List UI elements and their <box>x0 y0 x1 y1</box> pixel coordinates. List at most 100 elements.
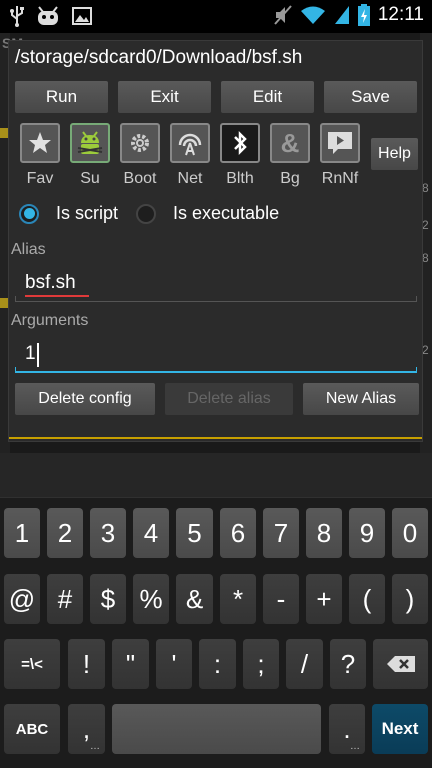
arguments-input[interactable]: 1 <box>15 337 417 373</box>
bluetooth-icon <box>220 123 260 163</box>
blth-label: Blth <box>226 170 254 187</box>
space-key[interactable] <box>112 704 321 754</box>
boot-toggle[interactable]: Boot <box>115 123 165 188</box>
key-more-symbols[interactable]: =\< <box>4 639 60 689</box>
key-plus[interactable]: + <box>306 574 342 624</box>
alias-actions: Delete config Delete alias New Alias <box>15 383 419 415</box>
wifi-icon <box>300 5 326 25</box>
edit-button[interactable]: Edit <box>221 81 314 113</box>
key-minus[interactable]: - <box>263 574 299 624</box>
su-toggle[interactable]: Su <box>65 123 115 188</box>
delete-config-button[interactable]: Delete config <box>15 383 155 415</box>
rnnf-toggle[interactable]: RnNf <box>315 123 365 188</box>
blth-toggle[interactable]: Blth <box>215 123 265 188</box>
key-1[interactable]: 1 <box>4 508 40 558</box>
key-open-paren[interactable]: ( <box>349 574 385 624</box>
bg-toggle[interactable]: & Bg <box>265 123 315 188</box>
more-keys-indicator: … <box>90 741 100 752</box>
key-5[interactable]: 5 <box>176 508 213 558</box>
field-corner <box>416 367 417 373</box>
soft-keyboard: 1 2 3 4 5 6 7 8 9 0 @ # $ % & * - + ( ) … <box>0 453 432 768</box>
type-radio-group: Is script Is executable <box>19 203 279 224</box>
field-corner <box>15 367 16 373</box>
is-script-radio[interactable] <box>19 203 39 224</box>
key-8[interactable]: 8 <box>306 508 342 558</box>
status-bar: 12:11 <box>0 0 432 33</box>
background-text: 8 <box>422 181 429 195</box>
background-text: 2 <box>422 343 429 357</box>
comma-label: , <box>82 713 91 744</box>
key-0[interactable]: 0 <box>392 508 428 558</box>
fav-label: Fav <box>26 170 54 187</box>
next-key[interactable]: Next <box>372 704 428 754</box>
key-question[interactable]: ? <box>330 639 366 689</box>
backspace-key[interactable] <box>373 639 428 689</box>
new-alias-button[interactable]: New Alias <box>303 383 419 415</box>
background-text: 2 <box>422 218 429 232</box>
alias-input[interactable]: bsf.sh <box>15 266 417 302</box>
period-key[interactable]: . … <box>329 704 365 754</box>
is-script-label: Is script <box>56 203 119 223</box>
comma-key[interactable]: , … <box>68 704 105 754</box>
abc-key[interactable]: ABC <box>4 704 60 754</box>
dialog-title: /storage/sdcard0/Download/bsf.sh <box>15 47 303 68</box>
key-9[interactable]: 9 <box>349 508 385 558</box>
arguments-label: Arguments <box>11 312 89 329</box>
key-percent[interactable]: % <box>133 574 169 624</box>
key-close-paren[interactable]: ) <box>392 574 428 624</box>
background-text: 8 <box>422 251 429 265</box>
key-at[interactable]: @ <box>4 574 40 624</box>
ampersand-icon: & <box>270 123 310 163</box>
key-asterisk[interactable]: * <box>220 574 256 624</box>
key-double-quote[interactable]: " <box>112 639 149 689</box>
android-debug-icon <box>36 6 60 26</box>
key-exclamation[interactable]: ! <box>68 639 105 689</box>
key-single-quote[interactable]: ' <box>156 639 192 689</box>
mute-icon <box>274 5 292 25</box>
action-buttons: Run Exit Edit Save <box>15 81 417 113</box>
network-icon <box>170 123 210 163</box>
delete-alias-button[interactable]: Delete alias <box>165 383 293 415</box>
fav-toggle[interactable]: Fav <box>15 123 65 188</box>
key-ampersand[interactable]: & <box>176 574 213 624</box>
dialog-bottom-divider <box>9 437 422 439</box>
backspace-icon <box>386 649 416 680</box>
key-colon[interactable]: : <box>199 639 236 689</box>
clock: 12:11 <box>377 4 424 25</box>
run-button[interactable]: Run <box>15 81 108 113</box>
save-button[interactable]: Save <box>324 81 417 113</box>
android-root-icon <box>70 123 110 163</box>
gear-icon <box>120 123 160 163</box>
key-hash[interactable]: # <box>47 574 83 624</box>
key-slash[interactable]: / <box>286 639 323 689</box>
is-executable-radio[interactable] <box>136 203 157 224</box>
key-7[interactable]: 7 <box>263 508 299 558</box>
battery-charging-icon <box>357 4 370 26</box>
key-dollar[interactable]: $ <box>90 574 126 624</box>
notification-icon <box>320 123 360 163</box>
help-button[interactable]: Help <box>371 138 418 170</box>
key-6[interactable]: 6 <box>220 508 256 558</box>
radio-selected-dot <box>23 208 35 219</box>
field-underline <box>15 301 417 302</box>
boot-label: Boot <box>123 170 157 187</box>
su-label: Su <box>80 170 100 187</box>
field-underline <box>15 371 417 373</box>
usb-icon <box>10 5 24 27</box>
key-3[interactable]: 3 <box>90 508 126 558</box>
spellcheck-underline <box>25 295 89 297</box>
text-cursor <box>37 343 39 367</box>
alias-label: Alias <box>11 241 46 258</box>
rnnf-label: RnNf <box>321 170 359 187</box>
net-toggle[interactable]: Net <box>165 123 215 188</box>
key-4[interactable]: 4 <box>133 508 169 558</box>
script-config-dialog: /storage/sdcard0/Download/bsf.sh Run Exi… <box>8 40 423 442</box>
key-semicolon[interactable]: ; <box>243 639 279 689</box>
bg-label: Bg <box>280 170 300 187</box>
exit-button[interactable]: Exit <box>118 81 211 113</box>
alias-value: bsf.sh <box>25 272 76 293</box>
option-toggles: Fav Su Boot Net Blth & Bg RnNf <box>15 123 365 188</box>
field-corner <box>416 296 417 302</box>
key-2[interactable]: 2 <box>47 508 83 558</box>
is-executable-label: Is executable <box>173 203 280 223</box>
